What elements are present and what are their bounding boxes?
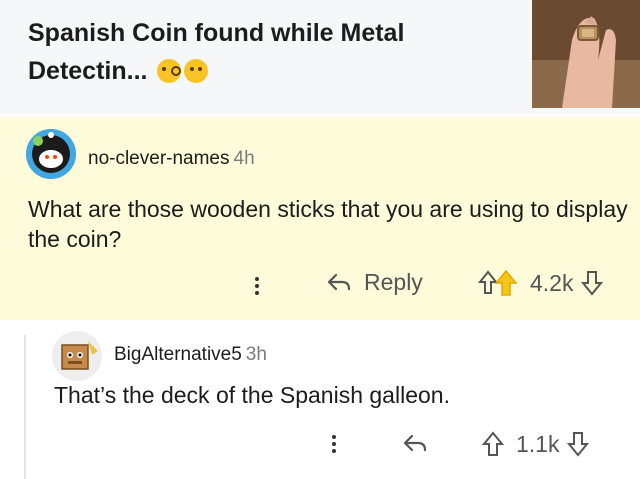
post-thumbnail[interactable] bbox=[532, 0, 640, 108]
ring-hand-photo-icon bbox=[532, 0, 640, 108]
more-options-button[interactable] bbox=[255, 274, 261, 298]
reply-arrow-icon bbox=[403, 434, 427, 452]
reply-button[interactable] bbox=[402, 432, 428, 456]
post-header[interactable]: Spanish Coin found while Metal Detectin.… bbox=[0, 0, 640, 114]
username[interactable]: BigAlternative5 bbox=[114, 344, 242, 365]
avatar[interactable] bbox=[52, 331, 102, 381]
downvote-icon[interactable] bbox=[579, 269, 605, 297]
post-title-text: Spanish Coin found while Metal Detectin.… bbox=[28, 19, 405, 85]
reply-arrow-icon bbox=[327, 273, 351, 290]
downvote-icon[interactable] bbox=[565, 430, 591, 458]
comment-body: What are those wooden sticks that you ar… bbox=[28, 196, 628, 252]
box-character-avatar-icon bbox=[52, 331, 102, 381]
vote-controls: 4.2k bbox=[478, 269, 605, 297]
comment-1[interactable]: no-clever-names 4h What are those wooden … bbox=[0, 117, 640, 320]
reply-button[interactable]: Reply bbox=[326, 269, 423, 296]
comment-meta: no-clever-names 4h bbox=[88, 148, 255, 170]
comment-meta: BigAlternative5 3h bbox=[114, 344, 267, 366]
monocle-emoji-icon bbox=[157, 59, 182, 83]
avatar[interactable] bbox=[26, 129, 76, 179]
username[interactable]: no-clever-names bbox=[88, 148, 230, 169]
reply-label: Reply bbox=[364, 269, 423, 295]
timestamp: 3h bbox=[245, 344, 267, 365]
comment-body: That’s the deck of the Spanish galleon. bbox=[54, 382, 450, 408]
thinking-emoji-icon bbox=[184, 59, 209, 83]
timestamp: 4h bbox=[233, 148, 255, 169]
post-title[interactable]: Spanish Coin found while Metal Detectin.… bbox=[28, 14, 498, 90]
more-options-button[interactable] bbox=[332, 432, 338, 456]
vote-controls: 1.1k bbox=[480, 430, 591, 458]
upvote-award-icon[interactable] bbox=[478, 269, 522, 297]
upvote-icon[interactable] bbox=[480, 430, 506, 458]
thread-line[interactable] bbox=[24, 335, 26, 479]
snoo-avatar-icon bbox=[26, 129, 76, 179]
score: 1.1k bbox=[516, 430, 560, 457]
score: 4.2k bbox=[530, 269, 574, 296]
